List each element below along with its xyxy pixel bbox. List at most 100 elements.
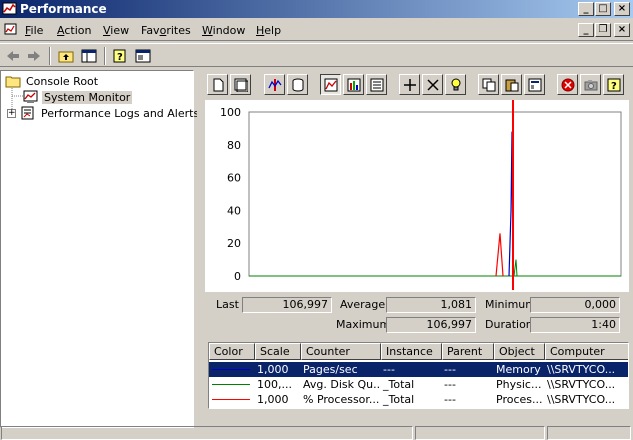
- mdi-minimize-button[interactable]: _: [578, 23, 594, 37]
- paste-counter-list-button[interactable]: [501, 74, 522, 95]
- table-row[interactable]: 1,000 % Processor... _Total --- Proces... \\S…: [209, 392, 628, 407]
- show-hide-tree-button[interactable]: [79, 47, 99, 65]
- column-scale[interactable]: Scale: [255, 343, 301, 360]
- menu-file[interactable]: File: [25, 24, 43, 38]
- table-row[interactable]: 1,000 Pages/sec --- --- Memory \\SRVTYCO...: [209, 362, 628, 377]
- view-current-activity-button[interactable]: [264, 74, 285, 95]
- menu-window[interactable]: Window: [202, 24, 245, 38]
- tree-item-performance-logs[interactable]: + Performance Logs and Alerts: [7, 105, 201, 121]
- column-object[interactable]: Object: [494, 343, 545, 360]
- row-parent: ---: [444, 378, 456, 391]
- duration-value: 1:40: [530, 317, 620, 333]
- action-pane-icon: [135, 49, 151, 63]
- row-scale: 1,000: [257, 393, 289, 406]
- system-monitor-pane: ? 100 80 60 40 20 0 Last 106,997 Average 1,08…: [197, 70, 633, 428]
- camera-icon: [584, 79, 597, 90]
- row-counter: Avg. Disk Qu...: [303, 378, 381, 391]
- copy-properties-button[interactable]: [478, 74, 499, 95]
- row-object: Proces...: [496, 393, 543, 406]
- clear-display-button[interactable]: [230, 74, 251, 95]
- counter-list-header: Color Scale Counter Instance Parent Obje…: [209, 343, 628, 361]
- row-computer: \\SRVTYCO...: [547, 393, 616, 406]
- update-data-button[interactable]: [580, 74, 601, 95]
- row-object: Memory: [496, 363, 541, 376]
- y-tick-label: 20: [227, 237, 241, 250]
- performance-app-icon: [2, 2, 17, 15]
- close-button[interactable]: ×: [614, 2, 630, 16]
- row-parent: ---: [444, 393, 456, 406]
- up-one-level-button[interactable]: [56, 47, 76, 65]
- tree-item-label: System Monitor: [42, 90, 133, 104]
- menu-action[interactable]: Action: [57, 24, 91, 38]
- row-scale: 1,000: [257, 363, 289, 376]
- column-instance[interactable]: Instance: [381, 343, 442, 360]
- column-parent[interactable]: Parent: [442, 343, 494, 360]
- status-pane-2: [415, 426, 545, 440]
- last-label: Last: [216, 298, 239, 311]
- highlight-button[interactable]: [445, 74, 466, 95]
- add-counter-button[interactable]: [399, 74, 420, 95]
- tree-item-system-monitor[interactable]: System Monitor: [23, 89, 133, 105]
- folder-icon: [5, 76, 21, 88]
- column-color[interactable]: Color: [209, 343, 255, 360]
- menu-window-mnemonic: W: [202, 24, 213, 37]
- tree-item-console-root[interactable]: Console Root: [5, 73, 100, 89]
- y-tick-label: 40: [227, 204, 241, 217]
- menu-favorites[interactable]: Favorites: [141, 24, 191, 38]
- row-object: Physic...: [496, 378, 542, 391]
- freeze-display-button[interactable]: [557, 74, 578, 95]
- row-computer: \\SRVTYCO...: [547, 363, 616, 376]
- help-button[interactable]: ?: [110, 47, 130, 65]
- graph-view-icon: [324, 78, 337, 91]
- status-bar: [0, 425, 633, 440]
- menu-view[interactable]: View: [103, 24, 129, 38]
- logs-alerts-icon: [21, 106, 34, 120]
- window-title: Performance: [20, 2, 107, 16]
- y-tick-label: 0: [234, 270, 241, 283]
- expand-icon[interactable]: +: [7, 108, 16, 118]
- new-counter-set-button[interactable]: [207, 74, 228, 95]
- mdi-close-button[interactable]: ×: [614, 23, 630, 37]
- menu-file-rest: ile: [30, 24, 44, 37]
- show-hide-action-pane-button[interactable]: [133, 47, 153, 65]
- maximum-value: 106,997: [386, 317, 476, 333]
- mdi-restore-button[interactable]: ❐: [595, 23, 611, 37]
- tree-item-label: Performance Logs and Alerts: [41, 106, 200, 120]
- last-value: 106,997: [242, 297, 332, 313]
- table-row[interactable]: 100,... Avg. Disk Qu... _Total --- Physic...…: [209, 377, 628, 392]
- view-histogram-button[interactable]: [343, 74, 364, 95]
- mdi-document-icon[interactable]: [4, 23, 18, 37]
- view-report-button[interactable]: [366, 74, 387, 95]
- title-bar: Performance _ □ ×: [0, 0, 633, 18]
- forward-button[interactable]: [24, 47, 44, 65]
- menu-help[interactable]: Help: [256, 24, 281, 38]
- main-toolbar: ?: [0, 43, 633, 67]
- histogram-icon: [347, 78, 360, 91]
- properties-button[interactable]: [524, 74, 545, 95]
- maximize-button[interactable]: □: [595, 2, 611, 16]
- column-counter[interactable]: Counter: [301, 343, 381, 360]
- status-pane-3: [547, 426, 631, 440]
- menu-help-rest: elp: [264, 24, 282, 37]
- row-computer: \\SRVTYCO...: [547, 378, 616, 391]
- view-log-data-button[interactable]: [287, 74, 308, 95]
- copy-icon: [482, 78, 495, 91]
- delete-counter-button[interactable]: [422, 74, 443, 95]
- minimize-button[interactable]: _: [578, 2, 594, 16]
- svg-text:?: ?: [117, 52, 123, 63]
- clear-display-icon: [234, 78, 248, 92]
- color-swatch: [212, 384, 250, 385]
- row-instance: _Total: [383, 393, 415, 406]
- row-scale: 100,...: [257, 378, 292, 391]
- view-graph-button[interactable]: [320, 74, 341, 95]
- monitor-help-button[interactable]: ?: [603, 74, 624, 95]
- column-computer[interactable]: Computer: [545, 343, 628, 360]
- minimum-value: 0,000: [530, 297, 620, 313]
- back-button[interactable]: [3, 47, 23, 65]
- report-icon: [370, 78, 383, 91]
- y-tick-label: 100: [220, 106, 241, 119]
- console-tree-icon: [81, 49, 97, 63]
- forward-arrow-icon: [28, 51, 40, 61]
- console-tree: Console Root System Monitor + Performanc…: [0, 70, 199, 428]
- counter-list[interactable]: Color Scale Counter Instance Parent Obje…: [208, 342, 629, 409]
